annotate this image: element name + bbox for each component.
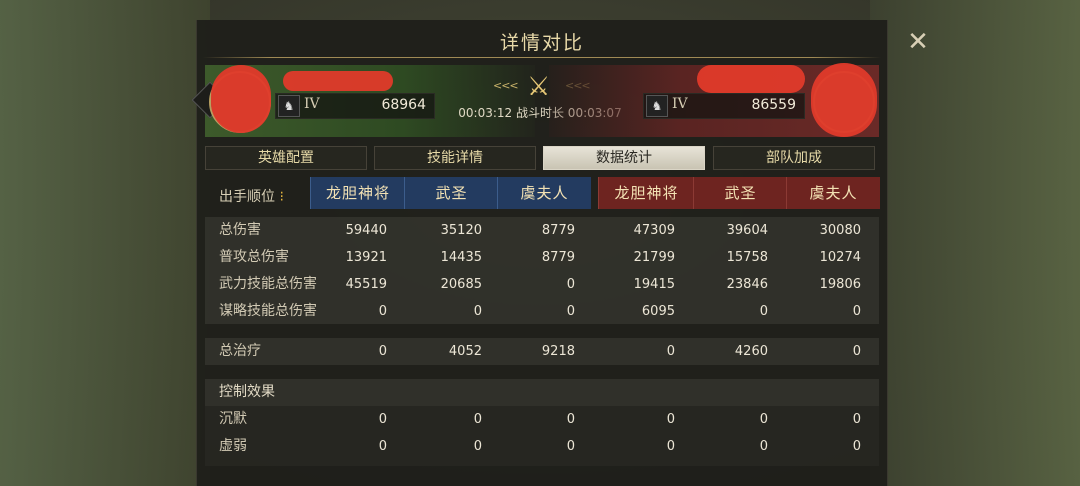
table-cell: 0 bbox=[759, 439, 768, 454]
table-cell: 8779 bbox=[541, 250, 575, 265]
table-cell: 59440 bbox=[345, 223, 387, 238]
hero-header-right-3: 虞夫人 bbox=[786, 177, 880, 209]
table-cell: 0 bbox=[852, 304, 861, 319]
table-row: 普攻总伤害 13921 14435 8779 21799 15758 10274 bbox=[205, 244, 879, 271]
chevron-left-icon: <<< bbox=[493, 79, 519, 92]
table-cell: 0 bbox=[666, 344, 675, 359]
table-cell: 0 bbox=[473, 412, 482, 427]
table-row: 控制效果 bbox=[205, 379, 879, 406]
table-cell: 0 bbox=[852, 344, 861, 359]
title-divider bbox=[203, 57, 881, 58]
redaction-scribble bbox=[283, 71, 393, 91]
table-cell: 0 bbox=[852, 439, 861, 454]
table-cell: 19806 bbox=[819, 277, 861, 292]
table-cell: 0 bbox=[566, 412, 575, 427]
left-tier: IV bbox=[304, 96, 320, 112]
row-label: 沉默 bbox=[219, 411, 247, 427]
crossed-swords-icon: ⚔ bbox=[527, 72, 551, 102]
tab-data-stats[interactable]: 数据统计 bbox=[543, 146, 705, 170]
hero-header-left-1: 龙胆神将 bbox=[310, 177, 405, 209]
background-right bbox=[870, 0, 1080, 486]
table-cell: 13921 bbox=[345, 250, 387, 265]
row-label: 虚弱 bbox=[219, 438, 247, 454]
table-cell: 4052 bbox=[448, 344, 482, 359]
right-tier: IV bbox=[672, 96, 688, 112]
horse-icon: ♞ bbox=[646, 95, 668, 117]
table-cell: 0 bbox=[378, 344, 387, 359]
table-row: 虚弱 0 0 0 0 0 0 bbox=[205, 433, 879, 460]
table-cell: 10274 bbox=[819, 250, 861, 265]
table-cell: 21799 bbox=[633, 250, 675, 265]
row-label: 总伤害 bbox=[219, 222, 261, 238]
tab-skill-details[interactable]: 技能详情 bbox=[374, 146, 536, 170]
table-cell: 0 bbox=[473, 304, 482, 319]
table-cell: 0 bbox=[759, 304, 768, 319]
table-cell: 0 bbox=[566, 277, 575, 292]
table-cell: 23846 bbox=[726, 277, 768, 292]
table-cell: 20685 bbox=[440, 277, 482, 292]
table-row: 沉默 0 0 0 0 0 0 bbox=[205, 406, 879, 433]
table-cell: 8779 bbox=[541, 223, 575, 238]
tab-bar: 英雄配置 技能详情 数据统计 部队加成 bbox=[205, 146, 879, 170]
table-cell: 0 bbox=[378, 304, 387, 319]
section-label: 控制效果 bbox=[219, 384, 275, 400]
order-label: 出手顺位 ⁝ bbox=[219, 186, 284, 206]
table-cell: 0 bbox=[566, 439, 575, 454]
table-row: 谋略技能总伤害 0 0 0 6095 0 0 bbox=[205, 298, 879, 325]
left-power: 68964 bbox=[381, 97, 426, 113]
horse-icon: ♞ bbox=[278, 95, 300, 117]
table-cell: 30080 bbox=[819, 223, 861, 238]
table-cell: 0 bbox=[378, 439, 387, 454]
table-cell: 39604 bbox=[726, 223, 768, 238]
table-cell: 14435 bbox=[440, 250, 482, 265]
detail-panel: 详情对比 ♞ IV 68964 <<< ⚔ <<< 00:03:12 战斗时长 … bbox=[191, 20, 888, 486]
page-title: 详情对比 bbox=[499, 32, 584, 54]
redaction-scribble bbox=[811, 63, 877, 137]
redaction-scribble bbox=[211, 65, 271, 133]
table-row: 总治疗 0 4052 9218 0 4260 0 bbox=[205, 338, 879, 365]
table-cell: 0 bbox=[666, 439, 675, 454]
table-cell: 0 bbox=[852, 412, 861, 427]
table-cell: 0 bbox=[666, 412, 675, 427]
table-row: 总伤害 59440 35120 8779 47309 39604 30080 bbox=[205, 217, 879, 244]
tab-army-bonus[interactable]: 部队加成 bbox=[713, 146, 875, 170]
right-power: 86559 bbox=[751, 97, 796, 113]
table-cell: 35120 bbox=[440, 223, 482, 238]
order-label-text: 出手顺位 bbox=[219, 189, 275, 205]
hero-header-left-2: 武圣 bbox=[404, 177, 498, 209]
table-cell: 0 bbox=[378, 412, 387, 427]
table-cell: 0 bbox=[566, 304, 575, 319]
right-team-bar: ♞ IV 86559 bbox=[549, 63, 879, 137]
order-info-icon[interactable]: ⁝ bbox=[279, 189, 283, 205]
table-cell: 9218 bbox=[541, 344, 575, 359]
table-cell: 0 bbox=[473, 439, 482, 454]
table-cell: 6095 bbox=[641, 304, 675, 319]
tab-hero-config[interactable]: 英雄配置 bbox=[205, 146, 367, 170]
left-power-pill: ♞ IV 68964 bbox=[275, 93, 435, 119]
hero-header-right-1: 龙胆神将 bbox=[598, 177, 694, 209]
row-label: 普攻总伤害 bbox=[219, 249, 289, 265]
table-cell: 15758 bbox=[726, 250, 768, 265]
redaction-scribble bbox=[697, 65, 805, 93]
table-cell: 19415 bbox=[633, 277, 675, 292]
table-row: 武力技能总伤害 45519 20685 0 19415 23846 19806 bbox=[205, 271, 879, 298]
hero-header-right-2: 武圣 bbox=[693, 177, 787, 209]
close-icon[interactable]: ✕ bbox=[904, 28, 932, 56]
table-cell: 4260 bbox=[734, 344, 768, 359]
row-label: 总治疗 bbox=[219, 343, 261, 359]
table-cell: 47309 bbox=[633, 223, 675, 238]
table-cell: 45519 bbox=[345, 277, 387, 292]
hero-header-left-3: 虞夫人 bbox=[497, 177, 591, 209]
background-left bbox=[0, 0, 210, 486]
table-cell: 0 bbox=[759, 412, 768, 427]
right-power-pill: ♞ IV 86559 bbox=[643, 93, 805, 119]
